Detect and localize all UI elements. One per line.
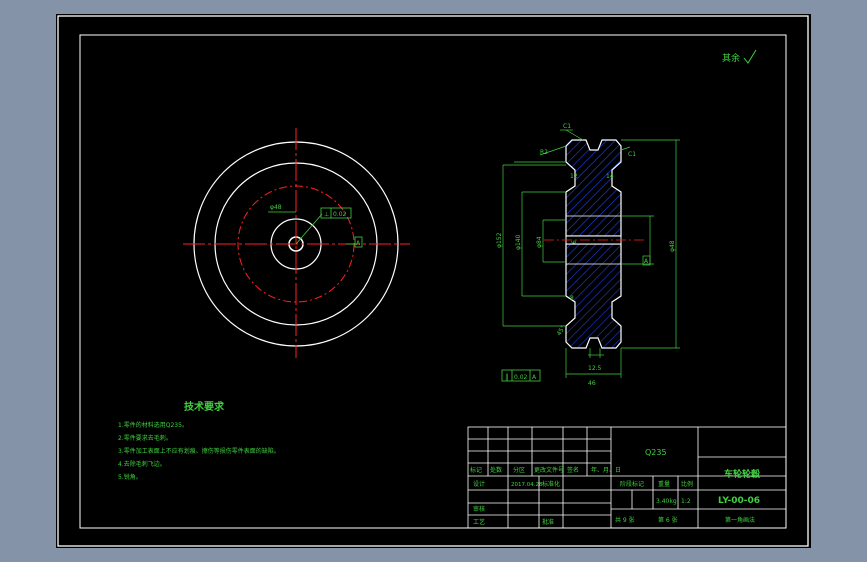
tech-title: 技术要求 (184, 400, 225, 413)
section-body-lower (565, 243, 622, 349)
drawing-number-text: LY-00-06 (718, 496, 760, 506)
bore-dim-text: φ48 (270, 204, 282, 211)
overall-width-text: 46 (588, 380, 596, 387)
bottom-dim-text: 12.5 (588, 365, 602, 372)
scale-label: 比例 (681, 480, 693, 488)
material-text: Q235 (645, 448, 667, 457)
dim-d-hub: φ84 (536, 236, 543, 248)
mark-header: 标记 (470, 466, 482, 474)
review-label: 审核 (473, 505, 485, 513)
approve-label: 批准 (542, 518, 554, 526)
r2-text: R2 (540, 149, 548, 156)
section-body-upper (565, 139, 622, 237)
scale-value: 1:2 (681, 498, 691, 505)
part-name-text: 车轮轮毂 (724, 468, 760, 480)
weight-value: 3.40kg (656, 498, 677, 505)
tech-note-3: 3.零件加工表面上不应有划痕、擦伤等损伤零件表面的缺陷。 (118, 447, 280, 455)
dim-d-outer: φ152 (496, 232, 503, 248)
runout-symbol-icon: ⊥ (324, 211, 329, 218)
doc-no-header: 更改文件号 (534, 466, 564, 474)
corner-note-text: 其余 (722, 52, 740, 64)
design-date: 2017.04.28 (511, 482, 543, 488)
date-header: 年、月、日 (591, 466, 621, 474)
flatness-symbol-icon: ∥ (505, 373, 509, 381)
sheets-total: 共 9 张 (615, 516, 635, 524)
zone-header: 分区 (513, 466, 525, 474)
tech-note-2: 2.零件要求去毛刺。 (118, 434, 172, 442)
runout-tol-text: 0.02 (333, 211, 347, 218)
craft-label: 工艺 (473, 518, 485, 526)
width-bottom-text: 8 (570, 295, 574, 302)
design-label: 设计 (473, 480, 485, 488)
count-header: 处数 (490, 466, 502, 474)
dim-overall-height: φ48 (669, 240, 676, 252)
chamfer-top-text: C1 (563, 123, 571, 130)
tech-note-5: 5.锐角。 (118, 473, 142, 481)
sheet-number: 第 6 张 (658, 516, 678, 524)
projection-text: 第一角画法 (725, 516, 755, 524)
slot-text: 6 (571, 240, 578, 244)
chamfer-right-text: C1 (628, 151, 636, 158)
tech-note-1: 1.零件的材料选用Q235。 (118, 421, 188, 429)
dim-d-mid: φ140 (515, 234, 522, 250)
cad-drawing-viewport[interactable]: 其余 φ48 0.02 ⊥ A φ152 φ140 φ84 φ48 A C1 C… (0, 0, 867, 562)
width-top-text: 12 (570, 173, 578, 180)
flatness-val-text: 0.02 (514, 374, 528, 381)
tech-note-4: 4.去除毛刺飞边。 (118, 460, 166, 468)
weight-label: 重量 (658, 480, 670, 488)
standardization-label: 标准化 (542, 480, 560, 488)
stage-label: 阶段标记 (620, 480, 644, 488)
sign-header: 签名 (567, 466, 579, 474)
width-mid-text: 14 (606, 173, 614, 180)
